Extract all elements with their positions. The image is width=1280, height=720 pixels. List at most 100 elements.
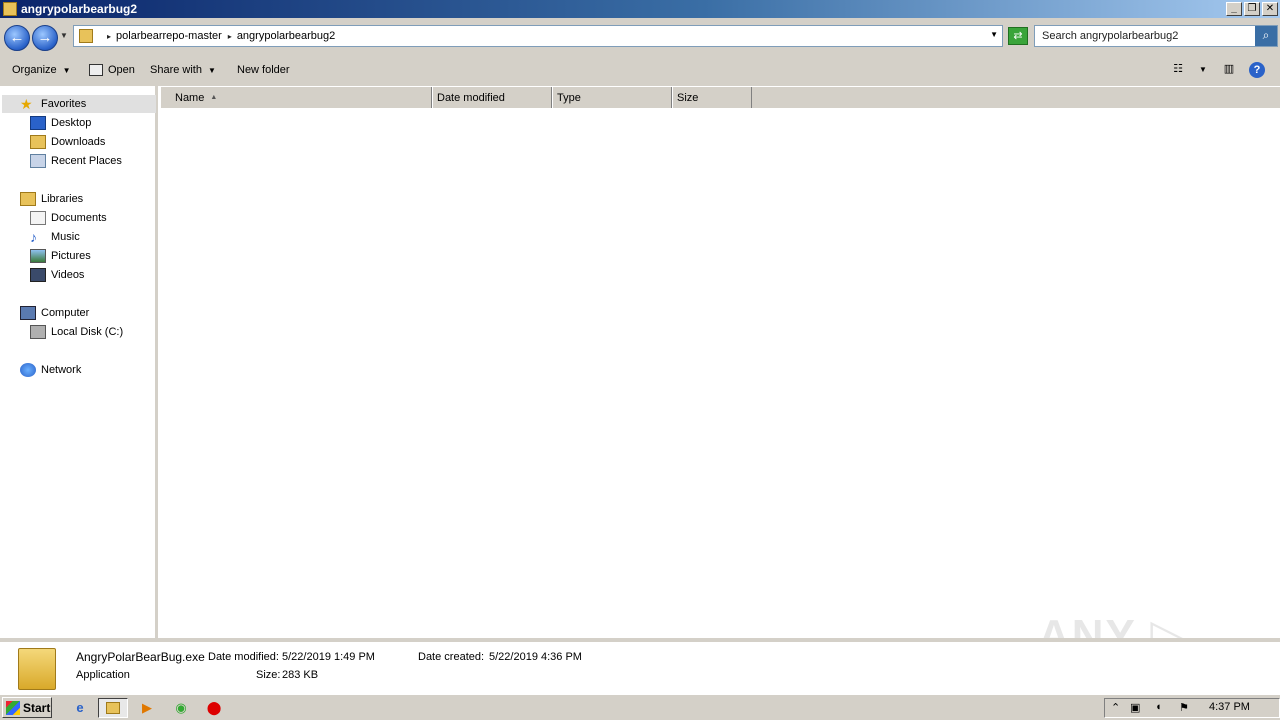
breadcrumb-arrow-icon[interactable]: ▸ xyxy=(228,32,232,41)
title-bar: angrypolarbearbug2 _ ❐ ✕ xyxy=(0,0,1280,18)
refresh-button[interactable]: ⇄ xyxy=(1008,27,1028,45)
explorer-taskbar-button[interactable] xyxy=(98,698,128,718)
search-icon[interactable]: ⌕ xyxy=(1255,26,1277,46)
column-label: Type xyxy=(557,91,581,104)
computer-icon xyxy=(20,306,36,320)
command-bar: Organize ▼ Open Share with ▼ New folder ☷ … xyxy=(0,56,1280,86)
chrome-icon[interactable]: ◉ xyxy=(171,698,191,718)
nav-label: Libraries xyxy=(41,193,84,205)
nav-videos[interactable]: Videos xyxy=(30,266,84,284)
column-header-date-modified[interactable]: Date modified xyxy=(432,87,552,108)
nav-label: Documents xyxy=(51,212,107,224)
chevron-down-icon: ▼ xyxy=(62,65,71,75)
sort-up-icon: ▲ xyxy=(210,94,218,101)
nav-network[interactable]: Network xyxy=(20,361,81,379)
nav-music[interactable]: ♪ Music xyxy=(30,228,80,246)
nav-libraries[interactable]: Libraries xyxy=(20,190,83,208)
column-header-type[interactable]: Type xyxy=(552,87,672,108)
recent-places-icon xyxy=(30,154,46,168)
downloads-icon xyxy=(30,135,46,149)
forward-button[interactable]: → xyxy=(32,25,58,51)
desktop-icon xyxy=(30,116,46,130)
nav-favorites[interactable]: ★ Favorites xyxy=(2,95,156,113)
pictures-icon xyxy=(30,249,46,263)
nav-local-disk[interactable]: Local Disk (C:) xyxy=(30,323,123,341)
details-size-label: Size: xyxy=(256,669,281,681)
details-filename: AngryPolarBearBug.exe xyxy=(76,650,205,664)
column-header-size[interactable]: Size xyxy=(672,87,752,108)
opera-icon[interactable]: ⬤ xyxy=(204,698,224,718)
chevron-down-icon: ▼ xyxy=(207,65,216,75)
open-icon xyxy=(89,64,103,76)
back-button[interactable]: ← xyxy=(4,25,30,51)
view-dropdown-icon[interactable]: ▼ xyxy=(1194,65,1212,81)
start-label: Start xyxy=(23,700,51,715)
nav-desktop[interactable]: Desktop xyxy=(30,114,91,132)
column-label: Date modified xyxy=(437,91,505,104)
address-row: ← → ▼ ▸ polarbearrepo-master ▸ angrypola… xyxy=(0,18,1280,56)
details-date-modified-label: Date modified: xyxy=(208,651,279,663)
nav-pictures[interactable]: Pictures xyxy=(30,247,91,265)
windows-logo-icon xyxy=(6,700,20,715)
minimize-button[interactable]: _ xyxy=(1226,2,1242,16)
details-date-created-label: Date created: xyxy=(418,651,485,663)
nav-label: Computer xyxy=(41,307,90,319)
start-button[interactable]: Start xyxy=(2,697,52,718)
media-player-icon[interactable]: ▶ xyxy=(137,698,157,718)
open-button[interactable]: Open xyxy=(89,64,135,76)
details-size: 283 KB xyxy=(282,669,319,681)
file-list[interactable] xyxy=(160,108,1280,638)
libraries-icon xyxy=(20,192,36,206)
nav-recent-places[interactable]: Recent Places xyxy=(30,152,122,170)
navigation-pane: ★ Favorites Desktop Downloads Recent Pla… xyxy=(0,86,158,638)
details-date-modified: 5/22/2019 1:49 PM xyxy=(282,651,375,663)
window-title: angrypolarbearbug2 xyxy=(21,2,138,16)
folder-icon xyxy=(79,29,93,43)
breadcrumb-item[interactable]: angrypolarbearbug2 xyxy=(237,30,335,42)
details-filetype: Application xyxy=(76,669,130,681)
address-dropdown-icon[interactable]: ▼ xyxy=(990,30,998,39)
clock[interactable]: 4:37 PM xyxy=(1209,701,1250,713)
nav-label: Favorites xyxy=(41,98,87,110)
preview-pane-icon[interactable]: ▥ xyxy=(1220,62,1238,78)
show-hidden-icons-icon[interactable]: ⌃ xyxy=(1111,701,1120,714)
documents-icon xyxy=(30,211,46,225)
view-options-icon[interactable]: ☷ xyxy=(1169,62,1187,78)
nav-label: Desktop xyxy=(51,117,92,129)
restore-button[interactable]: ❐ xyxy=(1244,2,1260,16)
nav-label: Videos xyxy=(51,269,85,281)
nav-label: Downloads xyxy=(51,136,106,148)
new-folder-button[interactable]: New folder xyxy=(237,64,290,76)
breadcrumb-arrow-icon[interactable]: ▸ xyxy=(107,32,111,41)
open-label: Open xyxy=(108,64,135,76)
address-bar[interactable]: ▸ polarbearrepo-master ▸ angrypolarbearb… xyxy=(73,25,1003,47)
column-header-name[interactable]: Name ▲ xyxy=(160,87,432,108)
flag-icon[interactable]: ⚑ xyxy=(1179,701,1189,714)
share-with-label: Share with xyxy=(150,64,202,76)
help-icon[interactable]: ? xyxy=(1249,62,1265,78)
nav-downloads[interactable]: Downloads xyxy=(30,133,105,151)
nav-label: Music xyxy=(51,231,80,243)
details-pane: AngryPolarBearBug.exe Application Date m… xyxy=(0,638,1280,694)
nav-label: Network xyxy=(41,364,82,376)
star-icon: ★ xyxy=(20,96,33,112)
nav-label: Recent Places xyxy=(51,155,122,167)
network-tray-icon[interactable]: ▣ xyxy=(1130,701,1140,714)
volume-icon[interactable]: ◖ xyxy=(1155,701,1162,713)
taskbar: Start e ▶ ◉ ⬤ ⌃ ▣ ◖ ⚑ 4:37 PM xyxy=(0,694,1280,720)
organize-button[interactable]: Organize ▼ xyxy=(12,64,71,76)
nav-documents[interactable]: Documents xyxy=(30,209,107,227)
recent-pages-dropdown[interactable]: ▼ xyxy=(60,31,68,40)
music-icon: ♪ xyxy=(30,229,37,245)
folder-icon xyxy=(18,648,56,690)
breadcrumb: ▸ polarbearrepo-master ▸ angrypolarbearb… xyxy=(101,30,335,42)
breadcrumb-item[interactable]: polarbearrepo-master xyxy=(116,30,222,42)
window-controls: _ ❐ ✕ xyxy=(1226,2,1278,16)
organize-label: Organize xyxy=(12,64,57,76)
nav-computer[interactable]: Computer xyxy=(20,304,89,322)
internet-explorer-icon[interactable]: e xyxy=(70,698,90,718)
videos-icon xyxy=(30,268,46,282)
share-with-button[interactable]: Share with ▼ xyxy=(150,64,216,76)
close-button[interactable]: ✕ xyxy=(1262,2,1278,16)
search-input[interactable]: Search angrypolarbearbug2 ⌕ xyxy=(1034,25,1278,47)
